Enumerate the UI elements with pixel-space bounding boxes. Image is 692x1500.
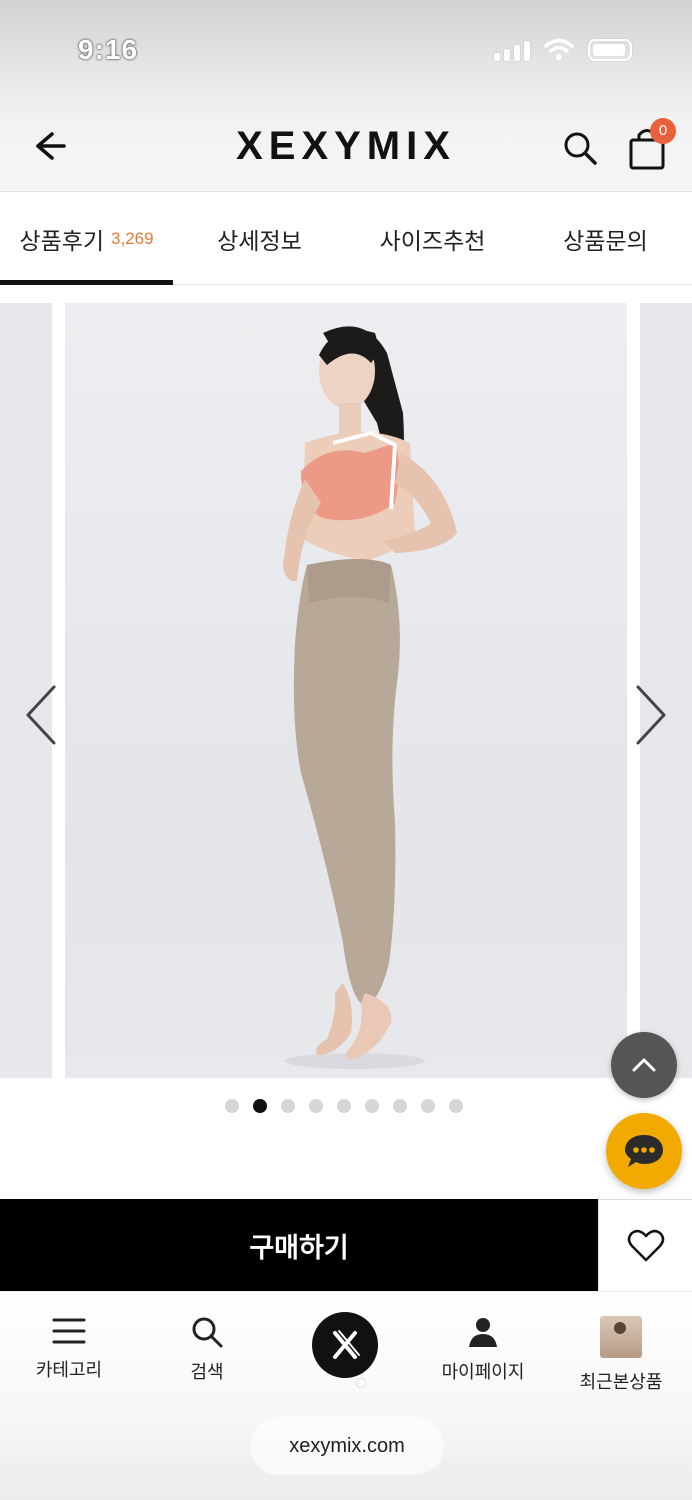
nav-label: 검색: [190, 1362, 224, 1382]
review-count: 3,269: [111, 228, 154, 248]
status-time: 9:16: [78, 34, 139, 65]
product-tabs: 상품후기 3,269 상세정보 사이즈추천 상품문의: [0, 193, 692, 285]
tab-size-recommend[interactable]: 사이즈추천: [346, 193, 519, 284]
tab-product-inquiry[interactable]: 상품문의: [519, 193, 692, 284]
search-button[interactable]: [560, 128, 600, 168]
carousel-next-arrow-icon[interactable]: [630, 683, 670, 747]
nav-label: 카테고리: [35, 1360, 103, 1380]
signal-icon: [494, 39, 530, 61]
status-icons: [494, 38, 632, 62]
carousel-dot[interactable]: [393, 1099, 407, 1113]
tab-details[interactable]: 상세정보: [173, 193, 346, 284]
nav-category[interactable]: 카테고리: [0, 1316, 138, 1382]
carousel-dot[interactable]: [225, 1099, 239, 1113]
carousel-dot[interactable]: [365, 1099, 379, 1113]
page-indicator-dot: [356, 1378, 366, 1388]
wishlist-button[interactable]: [598, 1199, 692, 1291]
cart-button[interactable]: 0: [626, 118, 676, 172]
menu-icon: [52, 1318, 86, 1344]
carousel-dot[interactable]: [253, 1099, 267, 1113]
search-icon: [192, 1317, 223, 1348]
tab-label: 사이즈추천: [379, 227, 486, 254]
carousel-dot[interactable]: [337, 1099, 351, 1113]
carousel-dot[interactable]: [421, 1099, 435, 1113]
wifi-icon: [544, 38, 574, 60]
nav-label: 최근본상품: [579, 1372, 663, 1392]
model-figure-illustration: [283, 326, 457, 1069]
tab-label: 상품후기: [19, 227, 105, 254]
cart-count-badge: 0: [650, 118, 676, 144]
nav-search[interactable]: 검색: [138, 1316, 276, 1384]
carousel-dot[interactable]: [449, 1099, 463, 1113]
carousel-dot[interactable]: [309, 1099, 323, 1113]
carousel-pagination: [0, 1099, 692, 1113]
buy-button[interactable]: 구매하기: [0, 1199, 598, 1291]
purchase-bar: 구매하기: [0, 1199, 692, 1291]
bottom-navigation: 카테고리 검색 마이페이지 최근본상품 xexymix.com: [0, 1291, 692, 1500]
tab-reviews[interactable]: 상품후기 3,269: [0, 193, 173, 285]
url-text: xexymix.com: [289, 1434, 405, 1457]
nav-home-button[interactable]: [312, 1312, 378, 1378]
product-image-carousel[interactable]: [0, 303, 692, 1078]
person-icon: [469, 1318, 497, 1347]
nav-label: 마이페이지: [441, 1362, 525, 1382]
top-bar: 9:16 XEXYMIX 0: [0, 0, 692, 192]
tab-label: 상품문의: [563, 227, 648, 254]
nav-mypage[interactable]: 마이페이지: [414, 1316, 552, 1384]
heart-icon: [627, 1229, 664, 1261]
tab-label: 상세정보: [217, 227, 302, 254]
scroll-to-top-button[interactable]: [611, 1032, 677, 1098]
browser-url-bar[interactable]: xexymix.com: [250, 1417, 444, 1475]
chevron-up-icon: [632, 1058, 656, 1072]
recent-product-thumbnail: [600, 1316, 642, 1358]
xexymix-home-icon: [333, 1330, 360, 1359]
chat-button[interactable]: [606, 1113, 682, 1189]
nav-recently-viewed[interactable]: 최근본상품: [552, 1316, 690, 1394]
battery-icon: [588, 39, 632, 61]
carousel-prev-arrow-icon[interactable]: [22, 683, 62, 747]
product-image[interactable]: [65, 303, 627, 1078]
chat-bubble-icon: [625, 1135, 663, 1167]
carousel-dot[interactable]: [281, 1099, 295, 1113]
